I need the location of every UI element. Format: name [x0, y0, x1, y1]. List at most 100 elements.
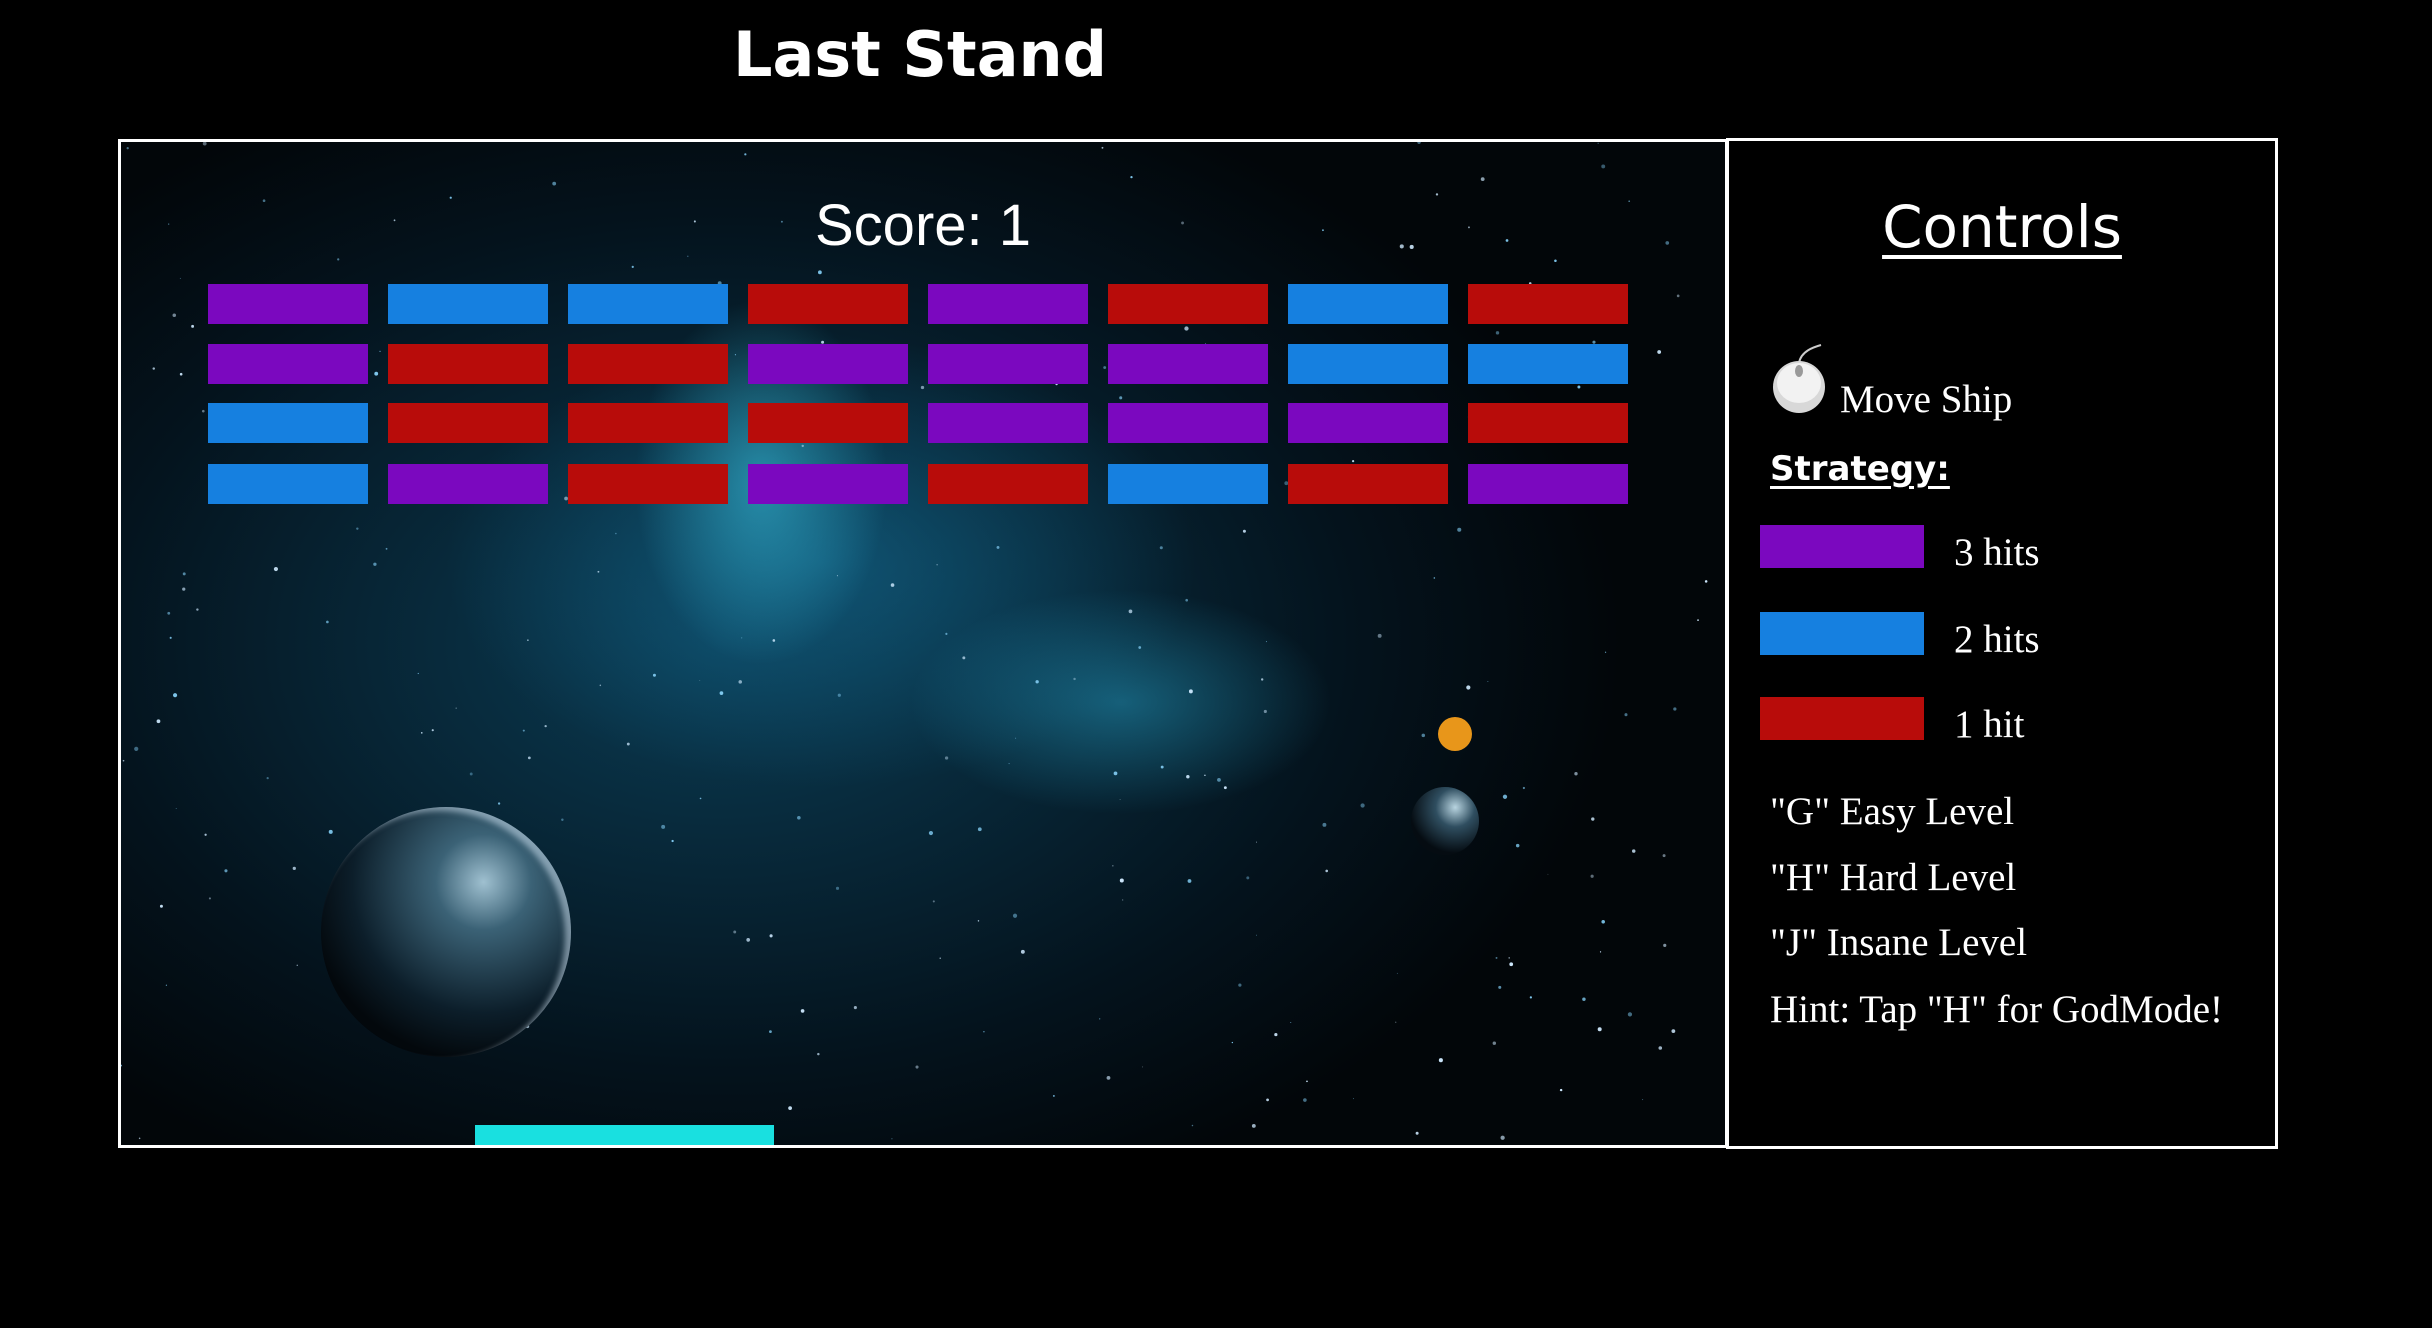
star — [1352, 1098, 1354, 1100]
star — [1246, 876, 1250, 880]
brick-red — [748, 284, 908, 324]
star — [1395, 1021, 1397, 1023]
brick-red — [1468, 284, 1628, 324]
star — [733, 930, 737, 934]
star — [1658, 1046, 1663, 1050]
brick-red — [388, 403, 548, 443]
brick-red — [928, 464, 1088, 504]
star — [122, 759, 125, 762]
star — [1160, 765, 1164, 769]
brick-red — [568, 464, 728, 504]
star — [1188, 689, 1193, 694]
star — [1495, 331, 1500, 335]
move-ship-label: Move Ship — [1840, 378, 2013, 421]
star — [1597, 142, 1599, 144]
star — [1704, 580, 1708, 583]
star — [1073, 677, 1076, 681]
star — [746, 938, 751, 942]
star — [1396, 972, 1398, 974]
brick-purple — [748, 464, 908, 504]
star — [599, 684, 602, 687]
star — [944, 756, 949, 760]
star — [1657, 350, 1662, 354]
star — [769, 1030, 772, 1034]
star — [1601, 920, 1605, 924]
star — [772, 639, 776, 642]
brick-red — [568, 344, 728, 384]
brick-purple — [928, 284, 1088, 324]
star — [134, 746, 139, 751]
hard-level-hint: "H" Hard Level — [1770, 856, 2017, 899]
star — [1417, 142, 1421, 145]
star — [769, 934, 773, 938]
star — [1604, 651, 1607, 653]
star — [1676, 294, 1680, 298]
star — [1480, 177, 1485, 182]
star — [156, 719, 161, 724]
legend-label-2-hits: 2 hits — [1954, 618, 2040, 661]
star — [292, 866, 296, 871]
star — [1360, 803, 1365, 808]
star — [1128, 609, 1133, 614]
score-display: Score: 1 — [815, 193, 1031, 258]
star — [1119, 799, 1121, 800]
star — [1099, 1018, 1101, 1020]
star — [1231, 1041, 1234, 1044]
star — [201, 409, 205, 413]
star — [631, 265, 634, 268]
star — [719, 691, 724, 695]
star — [266, 777, 269, 780]
star — [1492, 1041, 1497, 1045]
star — [204, 833, 207, 836]
star — [977, 827, 982, 832]
star — [1052, 1094, 1055, 1097]
star — [1242, 529, 1246, 533]
brick-blue — [208, 403, 368, 443]
star — [1290, 1021, 1292, 1023]
brick-purple — [928, 344, 1088, 384]
star — [1624, 713, 1628, 717]
star — [1103, 366, 1107, 370]
star — [1529, 996, 1533, 999]
ship-paddle[interactable] — [475, 1125, 774, 1145]
brick-red — [748, 403, 908, 443]
brick-blue — [1288, 344, 1448, 384]
star — [379, 350, 381, 352]
brick-red — [1288, 464, 1448, 504]
star — [172, 313, 177, 317]
brick-blue — [1468, 344, 1628, 384]
star — [552, 181, 557, 186]
star — [328, 829, 333, 834]
star — [1204, 774, 1206, 776]
star — [836, 575, 838, 577]
star — [173, 693, 178, 698]
star — [1591, 817, 1595, 821]
game-canvas[interactable]: Score: 1 — [118, 139, 1728, 1148]
star — [1627, 1012, 1633, 1017]
star — [1186, 775, 1190, 779]
star — [1142, 1066, 1144, 1068]
star — [920, 385, 925, 390]
star — [1119, 396, 1123, 400]
brick-purple — [1468, 464, 1628, 504]
star — [191, 324, 195, 328]
star — [1500, 1135, 1505, 1140]
brick-purple — [1288, 403, 1448, 443]
star — [159, 904, 163, 908]
star — [744, 153, 747, 156]
star — [1421, 733, 1426, 738]
legend-swatch-3-hits — [1760, 525, 1924, 568]
page-title: Last Stand — [732, 18, 1108, 91]
brick-red — [1108, 284, 1268, 324]
star — [936, 563, 938, 566]
star — [1266, 1098, 1269, 1102]
star — [890, 583, 895, 587]
star — [835, 886, 840, 890]
godmode-hint: Hint: Tap "H" for GodMode! — [1770, 988, 2223, 1031]
star — [1130, 175, 1133, 179]
star — [1697, 619, 1699, 621]
star — [385, 547, 388, 550]
star — [1184, 326, 1189, 331]
star — [801, 444, 804, 448]
star — [1438, 1058, 1443, 1063]
